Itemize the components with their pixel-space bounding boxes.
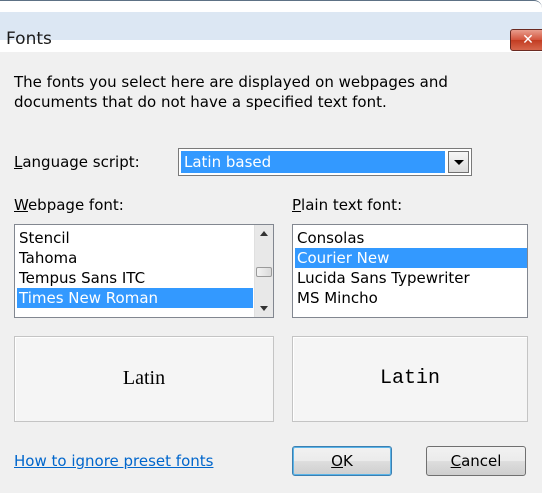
language-script-dropdown[interactable]: Latin based (178, 148, 472, 176)
arrow-up-icon (260, 231, 268, 236)
title-bar: Fonts ✕ (0, 0, 542, 51)
arrow-down-icon (260, 306, 268, 311)
webpage-font-list[interactable]: Stencil Tahoma Tempus Sans ITC Times New… (14, 224, 274, 318)
webpage-font-scrollbar[interactable] (254, 225, 273, 317)
window-title: Fonts (6, 29, 52, 49)
language-script-label: Language script: (14, 153, 140, 171)
list-item[interactable]: Consolas (295, 228, 527, 248)
plain-text-font-list[interactable]: Consolas Courier New Lucida Sans Typewri… (292, 224, 528, 318)
plain-text-font-preview-text: Latin (379, 367, 440, 390)
list-item[interactable]: Stencil (17, 228, 253, 248)
list-item[interactable]: Tahoma (17, 248, 253, 268)
chevron-down-icon (454, 160, 464, 165)
scroll-down-button[interactable] (255, 299, 273, 317)
scroll-up-button[interactable] (255, 225, 273, 243)
webpage-font-label: Webpage font: (14, 196, 124, 214)
language-script-value: Latin based (181, 151, 445, 173)
list-item-selected[interactable]: Times New Roman (17, 288, 253, 308)
plain-text-font-preview: Latin (292, 336, 528, 422)
webpage-font-preview-text: Latin (122, 367, 166, 389)
intro-text: The fonts you select here are displayed … (14, 73, 448, 111)
plain-text-font-label: Plain text font: (292, 196, 403, 214)
ok-button[interactable]: OK (292, 446, 392, 476)
fonts-dialog: Fonts ✕ The fonts you select here are di… (0, 0, 542, 493)
list-item[interactable]: Tempus Sans ITC (17, 268, 253, 288)
list-item[interactable]: Lucida Sans Typewriter (295, 268, 527, 288)
scroll-thumb[interactable] (256, 267, 272, 277)
dropdown-button[interactable] (448, 151, 469, 173)
list-item[interactable]: MS Mincho (295, 288, 527, 308)
cancel-button[interactable]: Cancel (426, 446, 526, 476)
close-button[interactable]: ✕ (510, 29, 542, 51)
close-icon: ✕ (522, 32, 534, 48)
list-item-selected[interactable]: Courier New (295, 248, 527, 268)
webpage-font-preview: Latin (14, 336, 274, 422)
ignore-preset-fonts-link[interactable]: How to ignore preset fonts (14, 452, 213, 470)
